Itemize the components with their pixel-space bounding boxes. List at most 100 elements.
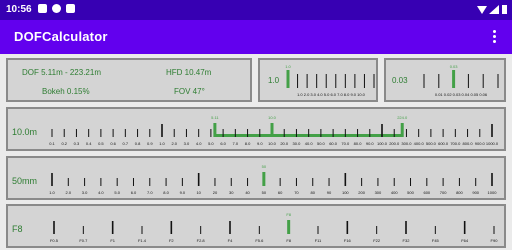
tick-label: F32	[403, 238, 411, 243]
tick-label: 7.0	[147, 190, 153, 195]
tick-label: F22	[373, 238, 381, 243]
tick-label: F1	[110, 238, 115, 243]
tick-label: 50.0	[317, 141, 326, 146]
status-time: 10:56	[6, 4, 32, 15]
tick-label: 30	[229, 190, 234, 195]
battery-icon	[502, 5, 507, 14]
tick-label: 400.0	[414, 141, 425, 146]
wifi-icon	[477, 6, 487, 14]
tick-label: 5.0	[114, 190, 120, 195]
tick-label: F45	[432, 238, 440, 243]
tick-label: 0.3	[74, 141, 80, 146]
tick-label: 80.0	[354, 141, 363, 146]
tick-label: F4	[228, 238, 233, 243]
tick-label: 300.0	[401, 141, 412, 146]
marker-label: 0.03	[450, 64, 459, 69]
hfd-readout: HFD 10.47m	[166, 68, 212, 77]
highlight-label: 10.0	[268, 115, 277, 120]
notification-icon	[38, 4, 47, 13]
tick-label: F1.4	[138, 238, 147, 243]
tick-label: F0.7	[79, 238, 88, 243]
tick-label: 20.0	[280, 141, 289, 146]
bokeh-scale-panel[interactable]: 0.03 0.01 0.02 0.03 0.04 0.05 0.06 0.03	[384, 58, 506, 102]
tick-label: 4.0	[196, 141, 202, 146]
tick-label: F2.8	[197, 238, 206, 243]
distance-scale-panel[interactable]: 10.0m 0.1 0.2 0.3 0.4 0.5 0.6 0.7 0.8 0.9 1.0 2.0 3…	[6, 107, 506, 151]
tick-label: 3.0	[184, 141, 190, 146]
tick-label: 700	[440, 190, 447, 195]
tick-label: 60	[278, 190, 283, 195]
scale-svg: 1.0 2.0 3.0 4.0 5.0 6.0 7.0 8.0 9.0 10 20 30 40 50 60 7…	[49, 164, 498, 195]
tick-label: 90	[327, 190, 332, 195]
highlight-marker	[262, 172, 266, 186]
tick-label: 600.0	[438, 141, 449, 146]
app-bar: DOFCalculator	[0, 20, 512, 54]
tick-label: 40.0	[305, 141, 314, 146]
highlight-marker	[213, 123, 217, 137]
status-bar: 10:56	[0, 0, 512, 20]
dof-readout: DOF 5.11m - 223.21m	[22, 68, 101, 77]
tick-label: 3.0	[82, 190, 88, 195]
mini-scale-svg: 1.0 2.0 3.0 4.0 5.0 6.0 7.0 8.0 9.0 10.0…	[285, 64, 375, 97]
tick-label: 7.0	[233, 141, 239, 146]
fov-readout: FOV 47°	[174, 87, 205, 96]
tick-label: 800	[456, 190, 463, 195]
bokeh-scale-value: 0.03	[392, 76, 408, 85]
tick-label: 2.0	[171, 141, 177, 146]
tick-label: 20	[213, 190, 218, 195]
tick-label: 9.0	[257, 141, 263, 146]
tick-label: 800.0	[463, 141, 474, 146]
mini-scale-svg: 0.01 0.02 0.03 0.04 0.05 0.06 0.03	[423, 64, 499, 97]
overflow-menu-icon[interactable]	[490, 29, 498, 45]
highlight-marker	[287, 220, 291, 234]
scale-svg: 0.1 0.2 0.3 0.4 0.5 0.6 0.7 0.8 0.9 1.0 2.0 3.0 4.0 5…	[49, 115, 499, 146]
tick-label: 200.0	[389, 141, 400, 146]
signal-icon	[489, 5, 499, 14]
bokeh-readout: Bokeh 0.15%	[42, 87, 90, 96]
tick-label: 50	[262, 190, 267, 195]
highlight-label: 50	[262, 164, 267, 169]
tick-label: 100	[342, 190, 349, 195]
tick-label: 2.0	[66, 190, 72, 195]
tick-label: 0.2	[61, 141, 67, 146]
tick-label: 0.7	[123, 141, 129, 146]
tick-label: F16	[344, 238, 352, 243]
tick-label: 500	[407, 190, 414, 195]
scale-svg: F0.5 F0.7 F1 F1.4 F2 F2.8 F4 F5.6 F8 F11 F16 F22 F32…	[50, 212, 499, 243]
focal-length-scale-panel[interactable]: 50mm 1.0 2.0 3.0 4.0 5.0 6.0 7.0 8.0 9.0 10 20 30 40…	[6, 156, 506, 200]
tick-label: 700.0	[450, 141, 461, 146]
tick-label: F11	[315, 238, 322, 243]
tick-label: 1.0	[159, 141, 165, 146]
tick-label: 900.0	[475, 141, 486, 146]
marker-label: 1.0	[285, 64, 291, 69]
tick-label: 10	[196, 190, 201, 195]
highlight-marker	[400, 123, 404, 137]
tick-label: 1000.0	[486, 141, 499, 146]
tick-label: 0.1	[49, 141, 55, 146]
tick-label: 0.4	[86, 141, 92, 146]
tick-label: 5.0	[208, 141, 214, 146]
aperture-scale-panel[interactable]: F8 F0.5 F0.7 F1 F1.4 F2 F2.8 F4 F5.6 F8 F11 F16 F22…	[6, 204, 506, 248]
highlight-marker	[270, 123, 274, 137]
tick-label: 400	[391, 190, 398, 195]
tick-label: F90	[491, 238, 499, 243]
tick-label: 90.0	[366, 141, 375, 146]
highlight-label: 5.11	[211, 115, 219, 120]
summary-panel: DOF 5.11m - 223.21m HFD 10.47m Bokeh 0.1…	[6, 58, 252, 102]
tick-label: F0.5	[50, 238, 59, 243]
tick-label: 200	[358, 190, 365, 195]
tick-label: 600	[423, 190, 430, 195]
notification-icon	[52, 4, 61, 13]
tick-label: 1000	[488, 190, 498, 195]
tick-label: 40	[245, 190, 250, 195]
tick-label: 6.0	[131, 190, 137, 195]
tick-label: 1.0	[49, 190, 55, 195]
tick-label: 500.0	[426, 141, 437, 146]
highlight-label: 224.0	[397, 115, 408, 120]
coc-scale-panel[interactable]: 1.0 1.0 2.0 3.0 4.0 5.0 6.0 7.0 8.0 9.0 …	[258, 58, 378, 102]
tick-label: 70.0	[341, 141, 350, 146]
tick-label-row: 0.01 0.02 0.03 0.04 0.05 0.06	[435, 92, 488, 97]
tick-label: 0.9	[147, 141, 153, 146]
tick-label: 900	[472, 190, 479, 195]
tick-label: 100.0	[377, 141, 388, 146]
